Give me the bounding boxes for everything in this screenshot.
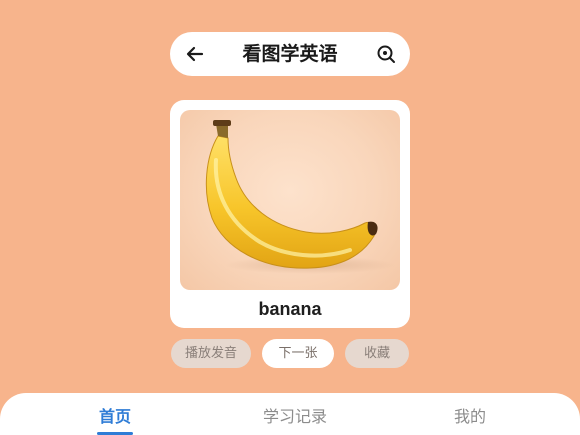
back-button[interactable] <box>180 39 210 69</box>
bottom-tab-bar: 首页 学习记录 我的 <box>0 393 580 435</box>
word-card: banana <box>170 100 410 328</box>
tab-home[interactable]: 首页 <box>55 403 175 431</box>
next-card-button[interactable]: 下一张 <box>262 339 334 368</box>
scan-button[interactable] <box>372 40 400 68</box>
page-title: 看图学英语 <box>242 43 338 65</box>
top-bar: 看图学英语 <box>170 32 410 76</box>
scan-icon <box>377 45 395 63</box>
tab-study-history[interactable]: 学习记录 <box>235 403 355 431</box>
banana-photo <box>180 110 400 290</box>
english-word: banana <box>258 299 322 319</box>
banana-illustration <box>205 120 395 274</box>
favorite-button[interactable]: 收藏 <box>345 339 409 368</box>
arrow-left-icon <box>186 46 204 62</box>
play-pronunciation-button[interactable]: 播放发音 <box>171 339 251 368</box>
tab-mine[interactable]: 我的 <box>410 403 530 431</box>
